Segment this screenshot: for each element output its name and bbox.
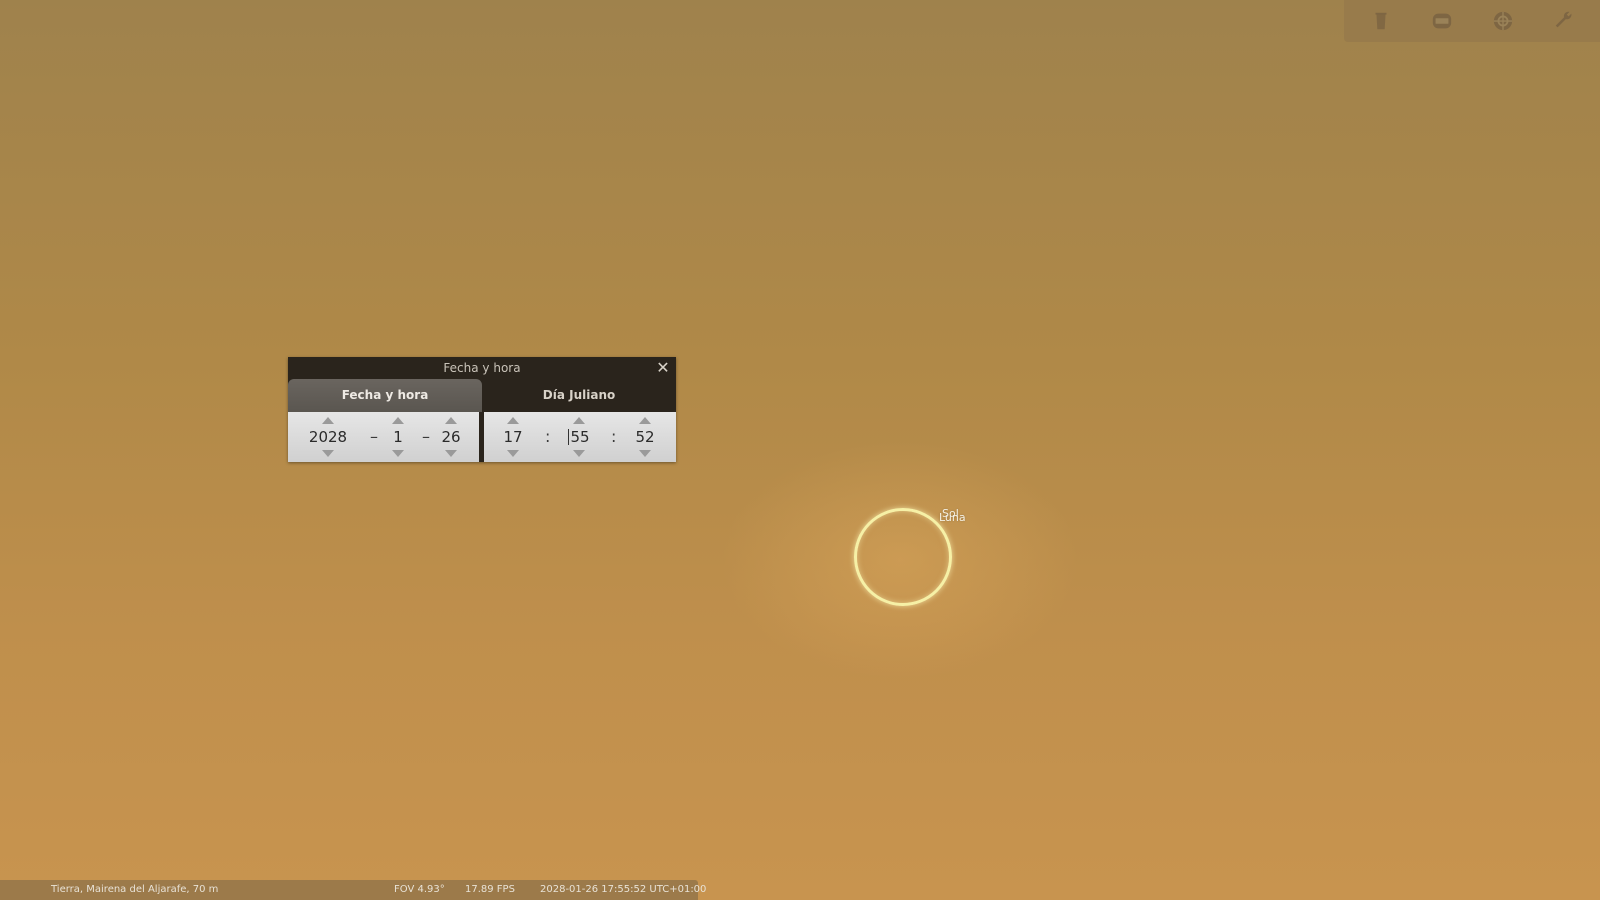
hour-down-arrow-icon[interactable] (507, 450, 519, 457)
month-up-arrow-icon[interactable] (392, 417, 404, 424)
time-panel: 17 : 55 : 52 (484, 412, 676, 462)
sun-moon-ring[interactable] (854, 508, 952, 606)
month-spinner[interactable]: 1 (388, 412, 408, 462)
date-panel: 2028 – 1 – 26 (288, 412, 479, 462)
datetime-dialog: Fecha y hora ✕ Fecha y hora Día Juliano … (288, 357, 676, 462)
moon-label[interactable]: Luna (939, 511, 966, 524)
minute-value[interactable]: 55 (568, 429, 590, 445)
tab-fecha-y-hora[interactable]: Fecha y hora (288, 379, 482, 412)
dialog-title: Fecha y hora ✕ (288, 357, 676, 379)
trash-icon[interactable] (1368, 8, 1394, 34)
dialog-title-text: Fecha y hora (443, 361, 521, 375)
screen-icon[interactable] (1429, 8, 1455, 34)
close-icon[interactable]: ✕ (654, 359, 672, 377)
year-spinner[interactable]: 2028 (308, 412, 348, 462)
day-value[interactable]: 26 (441, 429, 460, 445)
hour-up-arrow-icon[interactable] (507, 417, 519, 424)
hour-value[interactable]: 17 (503, 429, 522, 445)
year-value[interactable]: 2028 (309, 429, 347, 445)
minute-spinner[interactable]: 55 (566, 412, 592, 462)
year-down-arrow-icon[interactable] (322, 450, 334, 457)
month-value[interactable]: 1 (393, 429, 403, 445)
hour-spinner[interactable]: 17 (500, 412, 526, 462)
second-spinner[interactable]: 52 (632, 412, 658, 462)
fps-text: 17.89 FPS (465, 884, 515, 895)
dialog-panels: 2028 – 1 – 26 17 : 55: 52 (288, 412, 676, 462)
time-separator: : (545, 427, 551, 446)
month-down-arrow-icon[interactable] (392, 450, 404, 457)
fov-text: FOV 4.93° (394, 884, 445, 895)
minute-down-arrow-icon[interactable] (573, 450, 585, 457)
year-up-arrow-icon[interactable] (322, 417, 334, 424)
minute-up-arrow-icon[interactable] (573, 417, 585, 424)
second-down-arrow-icon[interactable] (639, 450, 651, 457)
network-icon[interactable] (1490, 8, 1516, 34)
day-down-arrow-icon[interactable] (445, 450, 457, 457)
second-up-arrow-icon[interactable] (639, 417, 651, 424)
time-separator: : (611, 427, 617, 446)
tab-dia-juliano[interactable]: Día Juliano (482, 379, 676, 412)
day-spinner[interactable]: 26 (438, 412, 464, 462)
day-up-arrow-icon[interactable] (445, 417, 457, 424)
date-separator: – (370, 427, 378, 446)
date-separator: – (422, 427, 430, 446)
dialog-tabs: Fecha y hora Día Juliano (288, 379, 676, 412)
status-bar: Tierra, Mairena del Aljarafe, 70 m FOV 4… (0, 880, 706, 900)
location-text: Tierra, Mairena del Aljarafe, 70 m (51, 884, 219, 895)
second-value[interactable]: 52 (635, 429, 654, 445)
datetime-text: 2028-01-26 17:55:52 UTC+01:00 (540, 884, 707, 895)
top-toolbar (1344, 0, 1600, 42)
wrench-icon[interactable] (1551, 8, 1577, 34)
